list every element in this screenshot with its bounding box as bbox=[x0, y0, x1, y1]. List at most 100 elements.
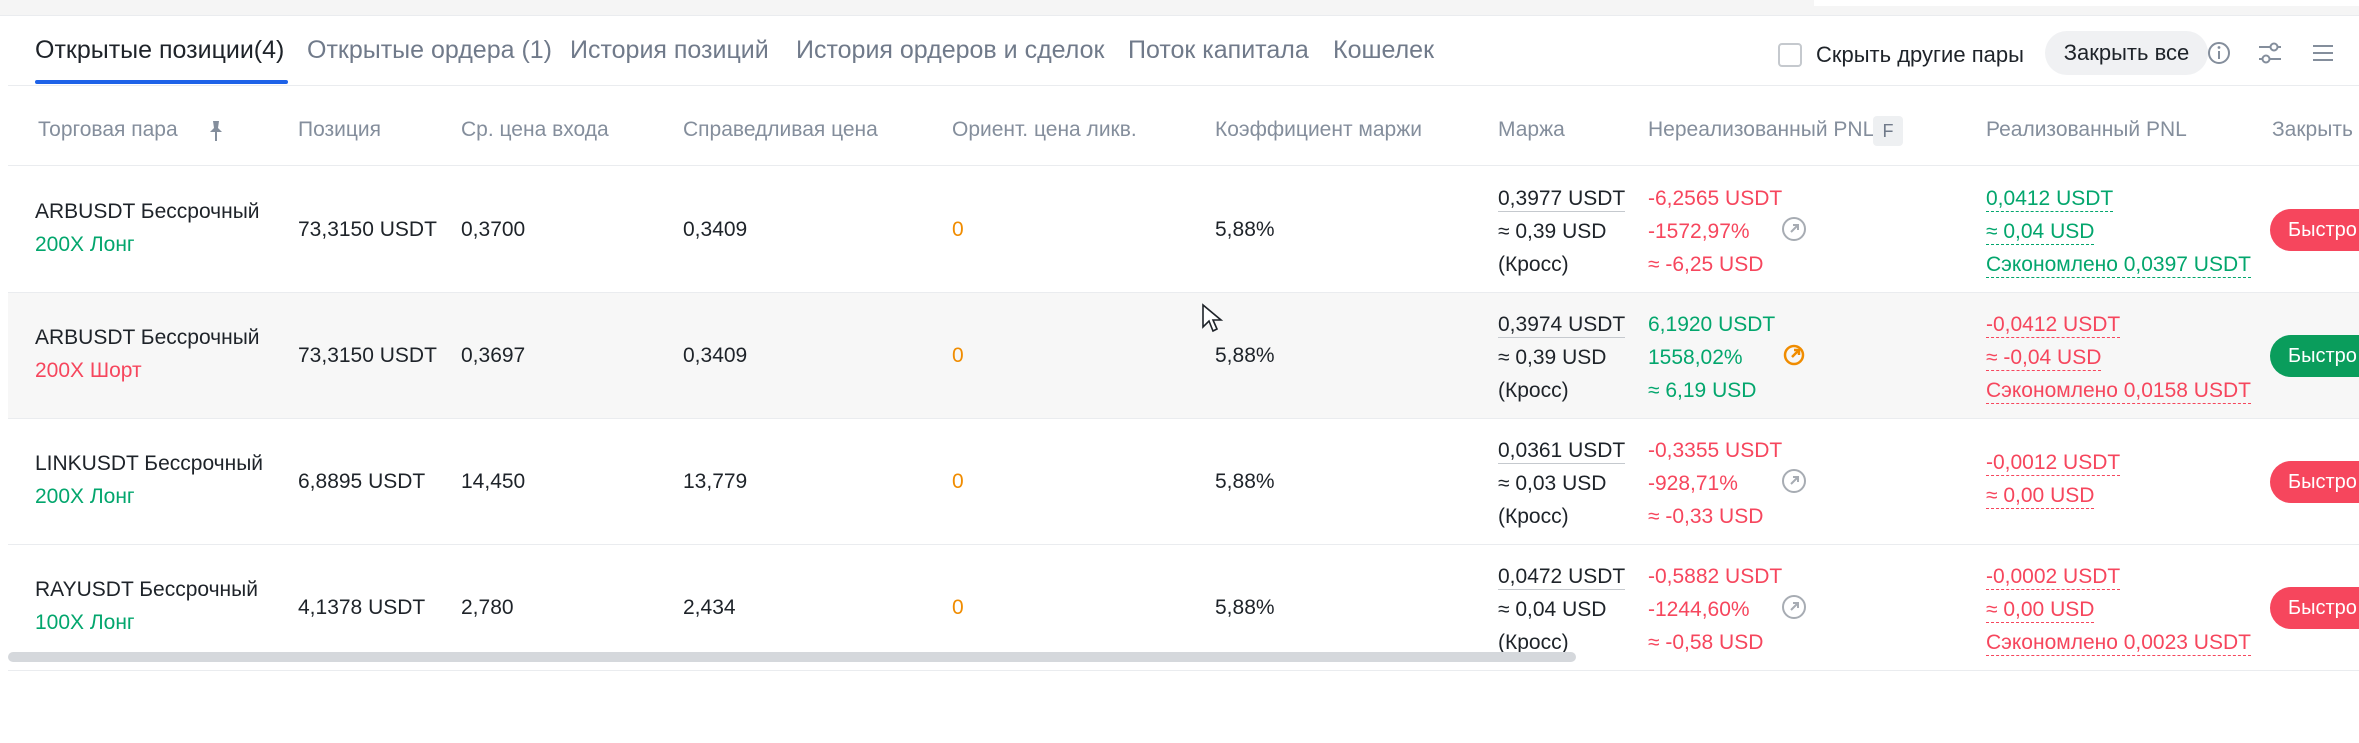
info-icon[interactable] bbox=[2204, 38, 2234, 68]
share-icon[interactable] bbox=[1779, 592, 1809, 622]
tabs-bar: Открытые позиции(4) Открытые ордера (1) … bbox=[8, 16, 2359, 86]
entry-price: 2,780 bbox=[461, 596, 514, 619]
liq-price: 0 bbox=[952, 218, 964, 241]
margin-usd: ≈ 0,39 USD bbox=[1498, 346, 1607, 369]
unrealized-pnl-usd: ≈ -0,33 USD bbox=[1648, 505, 1764, 528]
active-tab-indicator bbox=[35, 80, 288, 84]
tab-open-positions[interactable]: Открытые позиции(4) bbox=[35, 36, 284, 65]
entry-price: 0,3697 bbox=[461, 344, 526, 367]
hide-other-pairs-checkbox[interactable] bbox=[1778, 43, 1802, 67]
liq-price: 0 bbox=[952, 344, 964, 367]
position-size: 6,8895 USDT bbox=[298, 470, 426, 493]
realized-pnl-usdt[interactable]: -0,0412 USDT bbox=[1986, 313, 2121, 338]
table-row[interactable]: ARBUSDT Бессрочный 200X Шорт 73,3150 USD… bbox=[8, 293, 2359, 419]
col-close: Закрыть bbox=[2272, 118, 2353, 141]
margin-ratio: 5,88% bbox=[1215, 470, 1275, 493]
unrealized-pnl-usd: ≈ -6,25 USD bbox=[1648, 253, 1764, 276]
col-entry-price[interactable]: Ср. цена входа bbox=[461, 118, 609, 142]
unrealized-pnl-roe: -1244,60% bbox=[1648, 598, 1750, 621]
margin-ratio: 5,88% bbox=[1215, 344, 1275, 367]
sliders-icon[interactable] bbox=[2255, 38, 2285, 68]
hide-other-pairs-toggle[interactable]: Скрыть другие пары bbox=[1778, 40, 2024, 70]
quick-close-button[interactable]: Быстро bbox=[2270, 209, 2359, 251]
margin-mode: (Кросс) bbox=[1498, 253, 1569, 276]
entry-price: 14,450 bbox=[461, 470, 526, 493]
unrealized-pnl-roe: -928,71% bbox=[1648, 472, 1738, 495]
margin-usdt[interactable]: 0,0361 USDT bbox=[1498, 439, 1626, 464]
position-size: 4,1378 USDT bbox=[298, 596, 426, 619]
unrealized-pnl-roe: -1572,97% bbox=[1648, 220, 1750, 243]
col-margin[interactable]: Маржа bbox=[1498, 118, 1565, 142]
realized-pnl-usd[interactable]: ≈ 0,00 USD bbox=[1986, 484, 2095, 509]
unrealized-pnl-roe: 1558,02% bbox=[1648, 346, 1743, 369]
symbol[interactable]: ARBUSDT Бессрочный bbox=[35, 326, 260, 350]
symbol[interactable]: ARBUSDT Бессрочный bbox=[35, 200, 260, 224]
realized-pnl-usdt[interactable]: -0,0012 USDT bbox=[1986, 451, 2121, 476]
quick-close-button[interactable]: Быстро bbox=[2270, 335, 2359, 377]
realized-pnl-usd[interactable]: ≈ 0,00 USD bbox=[1986, 598, 2095, 623]
col-realized-pnl[interactable]: Реализованный PNL bbox=[1986, 118, 2187, 142]
table-row[interactable]: LINKUSDT Бессрочный 200X Лонг 6,8895 USD… bbox=[8, 419, 2359, 545]
realized-pnl-usd[interactable]: ≈ 0,04 USD bbox=[1986, 220, 2095, 245]
mouse-cursor-icon bbox=[1202, 303, 1224, 333]
unrealized-pnl-mode-badge[interactable]: F bbox=[1873, 116, 1903, 146]
fair-price: 0,3409 bbox=[683, 218, 748, 241]
margin-usd: ≈ 0,04 USD bbox=[1498, 598, 1607, 621]
col-position[interactable]: Позиция bbox=[298, 118, 381, 142]
margin-ratio: 5,88% bbox=[1215, 218, 1275, 241]
hide-other-pairs-label: Скрыть другие пары bbox=[1816, 42, 2024, 67]
margin-usd: ≈ 0,03 USD bbox=[1498, 472, 1607, 495]
realized-pnl-usdt[interactable]: 0,0412 USDT bbox=[1986, 187, 2114, 212]
leverage-side: 100X Лонг bbox=[35, 611, 135, 634]
col-fair-price[interactable]: Справедливая цена bbox=[683, 118, 878, 142]
unrealized-pnl-usdt: 6,1920 USDT bbox=[1648, 313, 1776, 336]
fee-saved[interactable]: Сэкономлено 0,0397 USDT bbox=[1986, 253, 2251, 278]
col-margin-ratio[interactable]: Коэффициент маржи bbox=[1215, 118, 1422, 142]
top-strip-gap bbox=[1814, 0, 2359, 6]
unrealized-pnl-usdt: -6,2565 USDT bbox=[1648, 187, 1783, 210]
fair-price: 0,3409 bbox=[683, 344, 748, 367]
tab-position-history[interactable]: История позиций bbox=[570, 36, 769, 65]
table-row[interactable]: ARBUSDT Бессрочный 200X Лонг 73,3150 USD… bbox=[8, 167, 2359, 293]
liq-price: 0 bbox=[952, 596, 964, 619]
unrealized-pnl-usd: ≈ -0,58 USD bbox=[1648, 631, 1764, 654]
close-all-button[interactable]: Закрыть все bbox=[2045, 31, 2208, 75]
fee-saved[interactable]: Сэкономлено 0,0023 USDT bbox=[1986, 631, 2251, 656]
top-strip bbox=[0, 0, 2359, 16]
liq-price: 0 bbox=[952, 470, 964, 493]
unrealized-pnl-usdt: -0,5882 USDT bbox=[1648, 565, 1783, 588]
positions-panel: Открытые позиции(4) Открытые ордера (1) … bbox=[8, 16, 2359, 743]
fair-price: 13,779 bbox=[683, 470, 748, 493]
leverage-side: 200X Шорт bbox=[35, 359, 142, 382]
fee-saved[interactable]: Сэкономлено 0,0158 USDT bbox=[1986, 379, 2251, 404]
share-icon[interactable] bbox=[1779, 466, 1809, 496]
tab-wallet[interactable]: Кошелек bbox=[1333, 36, 1434, 65]
realized-pnl-usd[interactable]: ≈ -0,04 USD bbox=[1986, 346, 2102, 371]
margin-ratio: 5,88% bbox=[1215, 596, 1275, 619]
realized-pnl-usdt[interactable]: -0,0002 USDT bbox=[1986, 565, 2121, 590]
symbol[interactable]: RAYUSDT Бессрочный bbox=[35, 578, 258, 602]
share-icon[interactable] bbox=[1779, 340, 1809, 370]
pin-icon[interactable] bbox=[204, 118, 228, 144]
tab-open-orders[interactable]: Открытые ордера (1) bbox=[307, 36, 552, 65]
quick-close-button[interactable]: Быстро bbox=[2270, 587, 2359, 629]
share-icon[interactable] bbox=[1779, 214, 1809, 244]
margin-usdt[interactable]: 0,0472 USDT bbox=[1498, 565, 1626, 590]
table-header: Торговая пара Позиция Ср. цена входа Спр… bbox=[8, 86, 2359, 166]
col-unrealized-pnl[interactable]: Нереализованный PNL bbox=[1648, 118, 1874, 142]
tab-capital-flow[interactable]: Поток капитала bbox=[1128, 36, 1309, 65]
col-pair[interactable]: Торговая пара bbox=[38, 118, 178, 142]
quick-close-button[interactable]: Быстро bbox=[2270, 461, 2359, 503]
position-size: 73,3150 USDT bbox=[298, 218, 437, 241]
unrealized-pnl-usdt: -0,3355 USDT bbox=[1648, 439, 1783, 462]
margin-usdt[interactable]: 0,3977 USDT bbox=[1498, 187, 1626, 212]
col-liq-price[interactable]: Ориент. цена ликв. bbox=[952, 118, 1137, 142]
symbol[interactable]: LINKUSDT Бессрочный bbox=[35, 452, 263, 476]
margin-mode: (Кросс) bbox=[1498, 379, 1569, 402]
horizontal-scrollbar[interactable] bbox=[8, 652, 1576, 662]
menu-icon[interactable] bbox=[2308, 38, 2338, 68]
fair-price: 2,434 bbox=[683, 596, 736, 619]
tab-order-trade-history[interactable]: История ордеров и сделок bbox=[796, 36, 1104, 65]
leverage-side: 200X Лонг bbox=[35, 485, 135, 508]
margin-usdt[interactable]: 0,3974 USDT bbox=[1498, 313, 1626, 338]
